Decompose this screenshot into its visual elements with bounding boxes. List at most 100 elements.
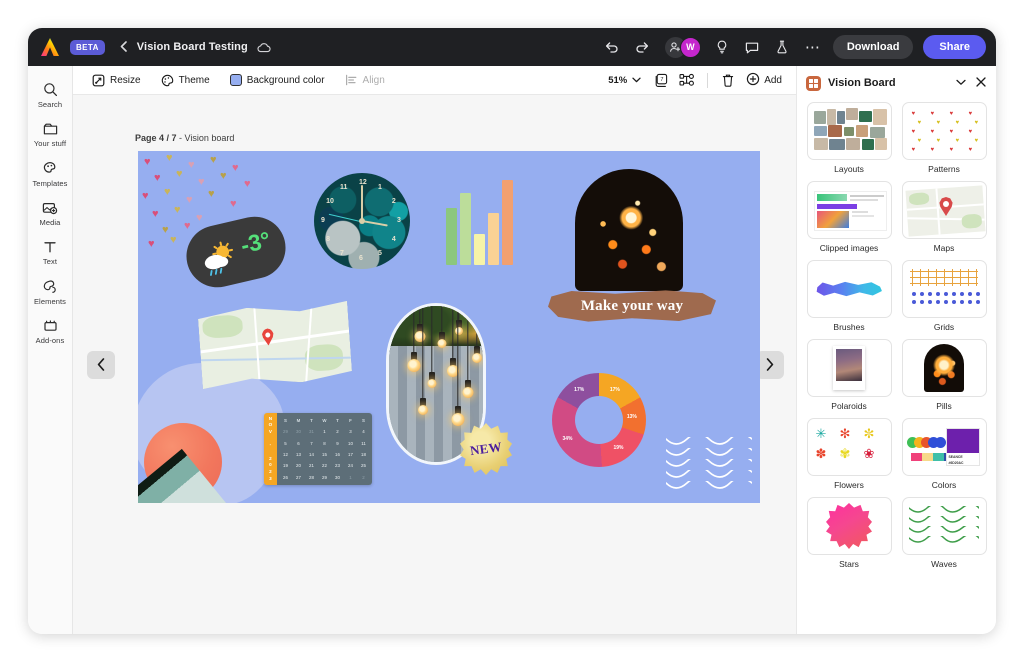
calendar-day-cell[interactable]: 3 xyxy=(344,426,357,437)
sidebar-item-templates[interactable]: Templates xyxy=(28,155,72,193)
calendar-day-cell[interactable]: 20 xyxy=(292,460,305,471)
lightbulb-icon[interactable] xyxy=(709,34,735,60)
layout-tile xyxy=(869,127,885,138)
calendar-day-cell[interactable]: 26 xyxy=(279,472,292,483)
donut-chart[interactable]: 17% 13% 19% 34% 17% xyxy=(552,373,646,467)
sidebar-item-media[interactable]: Media xyxy=(28,195,72,232)
calendar-day-cell[interactable]: 19 xyxy=(279,460,292,471)
share-button[interactable]: Share xyxy=(923,35,986,59)
calendar-day-cell[interactable]: 15 xyxy=(318,449,331,460)
calendar-day-cell[interactable]: 28 xyxy=(305,472,318,483)
calendar-day-cell[interactable]: 24 xyxy=(344,460,357,471)
calendar-day-cell[interactable]: 21 xyxy=(305,460,318,471)
document-title[interactable]: Vision Board Testing xyxy=(137,41,248,53)
sidebar-item-your-stuff[interactable]: Your stuff xyxy=(28,116,72,153)
grid-dot xyxy=(952,292,956,296)
sidebar-item-elements[interactable]: Elements xyxy=(28,273,72,311)
calendar-day-cell[interactable]: 25 xyxy=(357,460,370,471)
resize-button[interactable]: Resize xyxy=(85,71,148,90)
download-button[interactable]: Download xyxy=(832,35,914,59)
grid-dot xyxy=(912,292,916,296)
calendar-day-cell[interactable]: 22 xyxy=(318,460,331,471)
panel-item-pills[interactable]: Pills xyxy=(901,339,987,411)
calendar-day-cell[interactable]: 12 xyxy=(279,449,292,460)
sidebar-item-search[interactable]: Search xyxy=(28,76,72,114)
calendar-day-cell[interactable]: 8 xyxy=(318,438,331,449)
calendar-day-cell[interactable]: 5 xyxy=(279,438,292,449)
calendar-day-cell[interactable]: 29 xyxy=(318,472,331,483)
redo-icon[interactable] xyxy=(629,34,655,60)
calendar-day-cell[interactable]: 4 xyxy=(357,426,370,437)
panel-item-layouts[interactable]: Layouts xyxy=(806,102,892,174)
calendar-day-cell[interactable]: 31 xyxy=(305,426,318,437)
panel-item-stars[interactable]: Stars xyxy=(806,497,892,569)
calendar-day-cell[interactable]: 10 xyxy=(344,438,357,449)
calendar-day-cell[interactable]: 7 xyxy=(305,438,318,449)
top-bar-actions: W ⋯ Download Share xyxy=(599,34,986,60)
calendar-day-cell[interactable]: 6 xyxy=(292,438,305,449)
calendar-day-cell[interactable]: 23 xyxy=(331,460,344,471)
calendar-day-cell[interactable]: 30 xyxy=(331,472,344,483)
background-color-button[interactable]: Background color xyxy=(223,71,332,89)
align-button[interactable]: Align xyxy=(338,71,392,89)
panel-item-maps[interactable]: Maps xyxy=(901,181,987,253)
previous-page-button[interactable] xyxy=(87,350,115,379)
calendar-day-cell[interactable]: 13 xyxy=(292,449,305,460)
arch-photo[interactable] xyxy=(567,155,691,291)
main-area: Resize Theme Background color Align 51% … xyxy=(73,66,796,634)
sidebar-item-addons[interactable]: Add-ons xyxy=(28,313,72,350)
undo-icon[interactable] xyxy=(599,34,625,60)
calendar-day-cell[interactable]: 29 xyxy=(279,426,292,437)
panel-item-patterns[interactable]: ♥ ♥ ♥ ♥ ♥ ♥ ♥ ♥ ♥ ♥ ♥ ♥ ♥ ♥ ♥ ♥ ♥ ♥ ♥ ♥ Patterns xyxy=(901,102,987,174)
bar-chart[interactable] xyxy=(446,173,518,265)
pages-icon[interactable]: 7 xyxy=(649,69,673,91)
calendar-day-cell[interactable]: 1 xyxy=(318,426,331,437)
organize-pages-icon[interactable] xyxy=(675,69,699,91)
panel-item-polaroids[interactable]: Polaroids xyxy=(806,339,892,411)
banner-shape[interactable]: Make your way xyxy=(548,290,716,322)
add-page-button[interactable]: Add xyxy=(742,69,788,92)
more-options-button[interactable]: ⋯ xyxy=(799,40,827,55)
canvas-area[interactable]: Page 4 / 7 - Vision board ♥ ♥ ♥ ♥ ♥ ♥ ♥ ♥ ♥ ♥ ♥ ♥ ♥ ♥… xyxy=(73,95,796,634)
panel-item-colors[interactable]: SEANCE #6D20AC Colors xyxy=(901,418,987,490)
page-label-bold: Page 4 / 7 xyxy=(135,133,177,143)
chevron-down-icon[interactable] xyxy=(956,78,966,89)
flask-icon[interactable] xyxy=(769,34,795,60)
calendar-day-cell[interactable]: 16 xyxy=(331,449,344,460)
calendar-day-cell[interactable]: 18 xyxy=(357,449,370,460)
avatar[interactable]: W xyxy=(679,36,701,58)
panel-item-grids[interactable]: Grids xyxy=(901,260,987,332)
app-logo-icon[interactable] xyxy=(40,38,60,56)
waves-graphic[interactable] xyxy=(666,437,752,493)
calendar-day-cell[interactable]: 2 xyxy=(357,472,370,483)
calendar-day-cell[interactable]: 11 xyxy=(357,438,370,449)
panel-item-label: Pills xyxy=(936,401,952,411)
panel-item-clipped-images[interactable]: Clipped images xyxy=(806,181,892,253)
map-image[interactable] xyxy=(197,301,352,389)
calendar-day-cell[interactable]: 9 xyxy=(331,438,344,449)
comment-icon[interactable] xyxy=(739,34,765,60)
next-page-button[interactable] xyxy=(756,350,784,379)
panel-item-waves[interactable]: Waves xyxy=(901,497,987,569)
back-button[interactable] xyxy=(117,40,131,55)
slide-canvas[interactable]: ♥ ♥ ♥ ♥ ♥ ♥ ♥ ♥ ♥ ♥ ♥ ♥ ♥ ♥ ♥ ♥ ♥ ♥ ♥ ♥ ♥ ♥ -3° xyxy=(138,151,760,503)
panel-item-brushes[interactable]: Brushes xyxy=(806,260,892,332)
close-icon[interactable] xyxy=(976,76,986,90)
collaborators: W xyxy=(664,36,701,58)
trash-icon[interactable] xyxy=(716,69,740,91)
calendar-day-cell[interactable]: 17 xyxy=(344,449,357,460)
calendar-day-cell[interactable]: 14 xyxy=(305,449,318,460)
calendar-day-cell[interactable]: 30 xyxy=(292,426,305,437)
chevron-down-icon[interactable] xyxy=(632,75,641,85)
calendar-day-cell[interactable]: 2 xyxy=(331,426,344,437)
donut-hole xyxy=(575,396,623,444)
calendar-day-cell[interactable]: 1 xyxy=(344,472,357,483)
pebble-clock[interactable]: 12 1 2 3 4 5 6 7 8 9 10 11 xyxy=(314,173,410,269)
color-square xyxy=(910,453,922,461)
theme-button[interactable]: Theme xyxy=(154,71,217,90)
panel-item-flowers[interactable]: ✳ ✻ ✼ ✽ ✾ ❀ Flowers xyxy=(806,418,892,490)
grid-line xyxy=(910,277,978,279)
calendar-day-cell[interactable]: 27 xyxy=(292,472,305,483)
sidebar-item-text[interactable]: Text xyxy=(28,234,72,271)
calendar-widget[interactable]: NOV - 2023 S M T W T F S 29 30 31 1 2 3 4 5 6 7 8 9 10 11 12 1… xyxy=(264,413,372,485)
